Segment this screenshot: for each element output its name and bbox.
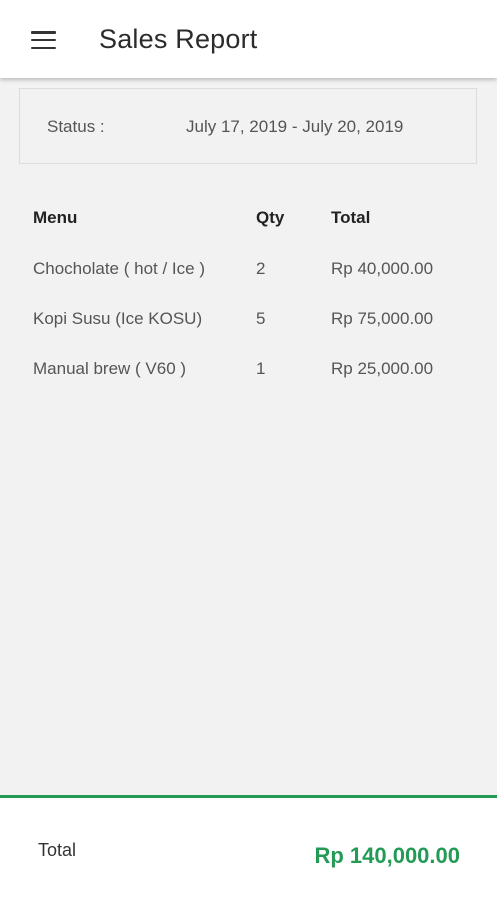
column-header-total: Total bbox=[331, 208, 371, 227]
row-qty: 5 bbox=[256, 309, 266, 328]
app-bar: Sales Report bbox=[0, 0, 497, 78]
row-total: Rp 75,000.00 bbox=[331, 309, 434, 328]
row-total: Rp 25,000.00 bbox=[331, 359, 434, 378]
row-qty: 2 bbox=[256, 259, 266, 278]
table-row: Chocholate ( hot / Ice ) 2 Rp 40,000.00 bbox=[0, 254, 497, 284]
status-label: Status : bbox=[47, 117, 105, 136]
page-title: Sales Report bbox=[99, 24, 258, 54]
column-header-qty: Qty bbox=[256, 208, 285, 227]
hamburger-menu-icon bbox=[30, 31, 56, 49]
total-amount: Rp 140,000.00 bbox=[314, 843, 460, 868]
total-footer: Total Rp 140,000.00 bbox=[0, 795, 497, 900]
total-label: Total bbox=[38, 840, 77, 860]
column-header-menu: Menu bbox=[33, 208, 78, 227]
table-row: Manual brew ( V60 ) 1 Rp 25,000.00 bbox=[0, 354, 497, 384]
table-header: Menu Qty Total bbox=[0, 203, 497, 233]
row-menu-item: Chocholate ( hot / Ice ) bbox=[33, 259, 205, 278]
table-row: Kopi Susu (Ice KOSU) 5 Rp 75,000.00 bbox=[0, 304, 497, 334]
row-menu-item: Kopi Susu (Ice KOSU) bbox=[33, 309, 203, 328]
menu-button[interactable] bbox=[20, 17, 66, 63]
row-menu-item: Manual brew ( V60 ) bbox=[33, 359, 187, 378]
row-qty: 1 bbox=[256, 359, 266, 378]
row-total: Rp 40,000.00 bbox=[331, 259, 434, 278]
status-date-range: July 17, 2019 - July 20, 2019 bbox=[186, 117, 404, 136]
status-card: Status : July 17, 2019 - July 20, 2019 bbox=[19, 88, 477, 164]
